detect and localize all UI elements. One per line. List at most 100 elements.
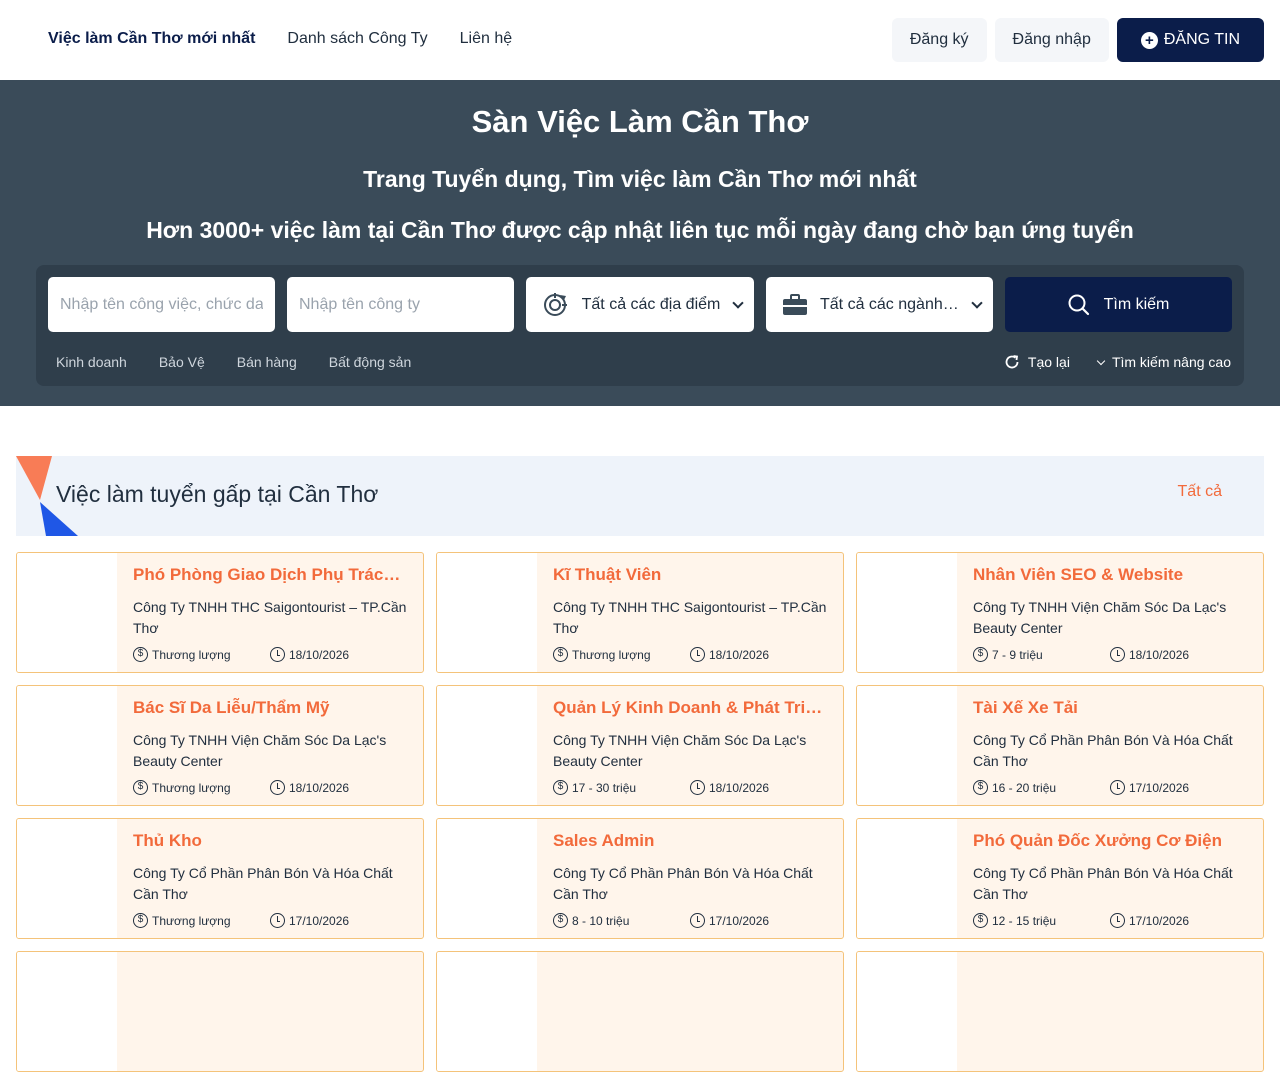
search-button-label: Tìm kiếm [1103,295,1170,313]
deadline: 18/10/2026 [1110,647,1189,662]
company-logo [437,819,537,938]
company-name: Công Ty TNHH Viện Chăm Sóc Da Lạc's Beau… [553,732,807,769]
company-logo [437,686,537,805]
see-all-link[interactable]: Tất cả [1178,483,1222,501]
job-title[interactable]: Tài Xế Xe Tải [973,698,1249,718]
deadline-value: 17/10/2026 [1129,913,1190,928]
plus-circle-icon: + [1140,31,1158,49]
salary: $ 8 - 10 triệu [553,913,690,928]
salary: $ 16 - 20 triệu [973,780,1110,795]
tag-sales[interactable]: Kinh doanh [56,354,127,370]
register-button[interactable]: Đăng ký [891,18,987,62]
deadline-value: 18/10/2026 [289,647,350,662]
post-job-button[interactable]: + ĐĂNG TIN [1116,18,1264,62]
tag-security[interactable]: Bảo Vệ [159,354,205,370]
company-name: Công Ty Cổ Phần Phân Bón Và Hóa Chất Cần… [553,865,813,902]
hero-tagline: Hơn 3000+ việc làm tại Cần Thơ được cập … [146,217,1134,243]
briefcase-icon [783,293,807,315]
deadline-value: 17/10/2026 [289,913,350,928]
job-card[interactable] [16,951,424,1072]
job-card[interactable]: Phó Phòng Giao Dịch Phụ Trách Kinh Doanh… [16,552,424,673]
search-button[interactable]: Tìm kiếm [1005,277,1232,332]
job-card[interactable] [436,951,844,1072]
login-button[interactable]: Đăng nhập [994,18,1109,62]
job-title[interactable]: Phó Phòng Giao Dịch Phụ Trách Kinh Doanh [133,565,409,585]
deadline-value: 18/10/2026 [1129,647,1190,662]
clock-icon [270,913,285,928]
clock-icon [690,647,705,662]
location-select[interactable]: Tất cả các địa điểm [526,277,754,332]
salary: $ Thương lượng [553,647,690,662]
deadline: 17/10/2026 [270,913,349,928]
deadline: 18/10/2026 [690,780,769,795]
nav-latest-jobs[interactable]: Việc làm Cần Thơ mới nhất [48,30,255,48]
clock-icon [1110,647,1125,662]
job-meta: $ 16 - 20 triệu 17/10/2026 [973,780,1189,795]
job-meta: $ Thương lượng 18/10/2026 [133,647,349,662]
company-name: Công Ty Cổ Phần Phân Bón Và Hóa Chất Cần… [133,865,393,902]
job-card[interactable]: Thủ Kho Công Ty Cổ Phần Phân Bón Và Hóa … [16,818,424,939]
dollar-icon: $ [973,780,988,795]
company-logo [17,952,117,1071]
job-card[interactable]: Kĩ Thuật Viên Công Ty TNHH THC Saigontou… [436,552,844,673]
job-title[interactable]: Bác Sĩ Da Liễu/Thẩm Mỹ [133,698,409,718]
job-title[interactable]: Sales Admin [553,831,829,851]
job-card[interactable] [856,951,1264,1072]
chevron-down-icon [732,296,744,309]
salary: $ Thương lượng [133,647,270,662]
tag-real-estate[interactable]: Bất động sản [329,354,412,370]
job-card[interactable]: Quản Lý Kinh Doanh & Phát Triển Thị Trườ… [436,685,844,806]
job-meta: $ Thương lượng 17/10/2026 [133,913,349,928]
company-logo [437,553,537,672]
company-search-field[interactable] [287,277,514,332]
tag-retail[interactable]: Bán hàng [237,354,297,370]
salary: $ 17 - 30 triệu [553,780,690,795]
dollar-icon: $ [553,780,568,795]
deadline-value: 17/10/2026 [709,913,770,928]
nav-company-list[interactable]: Danh sách Công Ty [287,30,427,48]
company-name: Công Ty TNHH THC Saigontourist – TP.Cần … [553,599,827,636]
dollar-icon: $ [973,913,988,928]
company-search-input[interactable] [299,295,502,314]
reset-label: Tạo lại [1027,354,1070,370]
job-search-field[interactable] [48,277,275,332]
dollar-icon: $ [133,647,148,662]
deadline-value: 17/10/2026 [1129,780,1190,795]
job-title[interactable]: Thủ Kho [133,831,409,851]
company-name: Công Ty TNHH THC Saigontourist – TP.Cần … [133,599,407,636]
job-title[interactable]: Phó Quản Đốc Xưởng Cơ Điện [973,831,1249,851]
hero-subtitle: Trang Tuyển dụng, Tìm việc làm Cần Thơ m… [363,166,917,192]
clock-icon [270,647,285,662]
deadline-value: 18/10/2026 [709,647,770,662]
job-card[interactable]: Phó Quản Đốc Xưởng Cơ Điện Công Ty Cổ Ph… [856,818,1264,939]
section-title: Việc làm tuyển gấp tại Cần Thơ [56,481,379,507]
job-card[interactable]: Bác Sĩ Da Liễu/Thẩm Mỹ Công Ty TNHH Viện… [16,685,424,806]
job-search-input[interactable] [60,295,263,314]
job-card[interactable]: Tài Xế Xe Tải Công Ty Cổ Phần Phân Bón V… [856,685,1264,806]
job-title[interactable]: Nhân Viên SEO & Website [973,565,1249,585]
clock-icon [1110,780,1125,795]
industry-select-value: Tất cả các ngành nghề [820,295,961,313]
deadline: 17/10/2026 [690,913,769,928]
nav-contact[interactable]: Liên hệ [460,30,513,48]
job-title[interactable]: Kĩ Thuật Viên [553,565,829,585]
deadline: 17/10/2026 [1110,913,1189,928]
deadline: 18/10/2026 [270,647,349,662]
job-title[interactable]: Quản Lý Kinh Doanh & Phát Triển Thị Trườ… [553,698,829,718]
salary-value: Thương lượng [152,913,231,928]
job-card[interactable]: Nhân Viên SEO & Website Công Ty TNHH Việ… [856,552,1264,673]
advanced-search-toggle[interactable]: Tìm kiếm nâng cao [1096,354,1231,370]
reset-button[interactable]: Tạo lại [1004,354,1070,370]
job-card[interactable]: Sales Admin Công Ty Cổ Phần Phân Bón Và … [436,818,844,939]
dollar-icon: $ [553,647,568,662]
dollar-icon: $ [133,780,148,795]
company-name: Công Ty Cổ Phần Phân Bón Và Hóa Chất Cần… [973,865,1233,902]
salary-value: Thương lượng [152,647,231,662]
urgent-jobs-header: Việc làm tuyển gấp tại Cần Thơ Tất cả [16,456,1264,536]
company-logo [857,952,957,1071]
location-select-value: Tất cả các địa điểm [581,295,721,313]
industry-select[interactable]: Tất cả các ngành nghề [766,277,993,332]
top-navbar: Việc làm Cần Thơ mới nhất Danh sách Công… [0,0,1280,80]
company-logo [857,553,957,672]
job-meta: $ 17 - 30 triệu 18/10/2026 [553,780,769,795]
